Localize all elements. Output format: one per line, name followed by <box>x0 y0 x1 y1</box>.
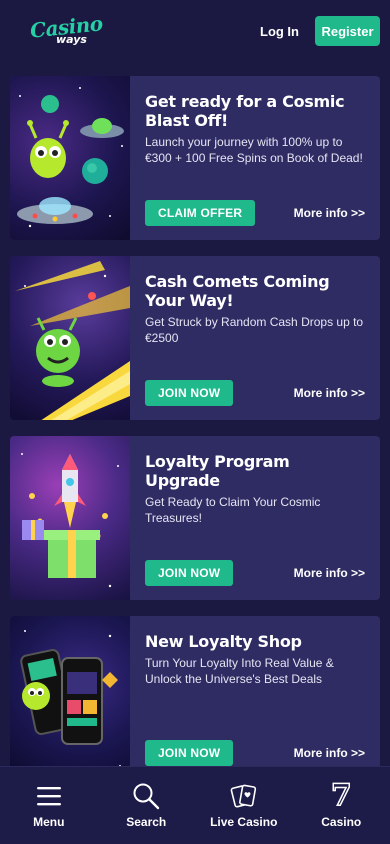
nav-label-menu: Menu <box>33 815 65 829</box>
header-actions: Log In Register <box>254 16 380 46</box>
logo-text-ways: ways <box>56 33 87 46</box>
more-info-link[interactable]: More info >> <box>294 206 365 220</box>
top-header: Casino ways Log In Register <box>0 0 390 62</box>
more-info-link[interactable]: More info >> <box>294 566 365 580</box>
promo-card: Get ready for a Cosmic Blast Off! Launch… <box>10 76 380 240</box>
promo-card: New Loyalty Shop Turn Your Loyalty Into … <box>10 616 380 780</box>
promo-body: New Loyalty Shop Turn Your Loyalty Into … <box>130 616 380 780</box>
promo-body: Cash Comets Coming Your Way! Get Struck … <box>130 256 380 420</box>
nav-item-menu[interactable]: Menu <box>4 781 94 829</box>
promo-description: Turn Your Loyalty Into Real Value & Unlo… <box>145 656 334 686</box>
alien-ufo-illustration <box>17 87 124 228</box>
more-info-link[interactable]: More info >> <box>294 746 365 760</box>
promo-title: New Loyalty Shop <box>145 632 302 651</box>
nav-item-live-casino[interactable]: Live Casino <box>199 781 289 829</box>
claim-offer-button[interactable]: CLAIM OFFER <box>145 200 256 226</box>
join-now-button[interactable]: JOIN NOW <box>145 560 234 586</box>
search-icon <box>131 781 161 811</box>
login-link[interactable]: Log In <box>254 18 305 45</box>
promo-image-rocket-gift[interactable] <box>10 436 130 600</box>
promo-description: Launch your journey with 100% up to €300… <box>145 135 363 165</box>
more-info-link[interactable]: More info >> <box>294 386 365 400</box>
bottom-nav: Menu Search Live Casino 7 Casino <box>0 766 390 844</box>
cards-icon <box>229 781 259 811</box>
promo-title: Get ready for a Cosmic Blast Off! <box>145 92 345 130</box>
promo-list: Get ready for a Cosmic Blast Off! Launch… <box>10 76 380 796</box>
join-now-button[interactable]: JOIN NOW <box>145 740 234 766</box>
nav-item-casino[interactable]: 7 Casino <box>296 778 386 829</box>
promo-image-alien-comet[interactable] <box>10 256 130 420</box>
nav-item-search[interactable]: Search <box>101 781 191 829</box>
casinoways-logo[interactable]: Casino ways <box>28 9 104 53</box>
seven-glyph: 7 <box>330 778 352 813</box>
promo-body: Get ready for a Cosmic Blast Off! Launch… <box>130 76 380 240</box>
alien-comet-illustration <box>15 261 130 420</box>
phones-alien-illustration <box>20 630 121 767</box>
nav-label-search: Search <box>126 815 167 829</box>
promo-card: Cash Comets Coming Your Way! Get Struck … <box>10 256 380 420</box>
menu-icon <box>34 781 64 811</box>
promo-image-alien-ufo[interactable] <box>10 76 130 240</box>
join-now-button[interactable]: JOIN NOW <box>145 380 234 406</box>
nav-label-casino: Casino <box>321 815 362 829</box>
promo-image-phones-alien[interactable] <box>10 616 130 780</box>
app-root: Casino ways Log In Register Get ready fo… <box>0 0 390 844</box>
register-button[interactable]: Register <box>315 16 380 46</box>
promo-description: Get Ready to Claim Your Cosmic Treasures… <box>145 495 321 525</box>
seven-icon: 7 <box>326 778 356 813</box>
promo-title: Cash Comets Coming Your Way! <box>145 272 330 310</box>
nav-label-live-casino: Live Casino <box>210 815 278 829</box>
promo-title: Loyalty Program Upgrade <box>145 452 290 490</box>
promo-body: Loyalty Program Upgrade Get Ready to Cla… <box>130 436 380 600</box>
promo-card: Loyalty Program Upgrade Get Ready to Cla… <box>10 436 380 600</box>
rocket-gift-illustration <box>21 453 119 588</box>
promo-description: Get Struck by Random Cash Drops up to €2… <box>145 315 364 345</box>
